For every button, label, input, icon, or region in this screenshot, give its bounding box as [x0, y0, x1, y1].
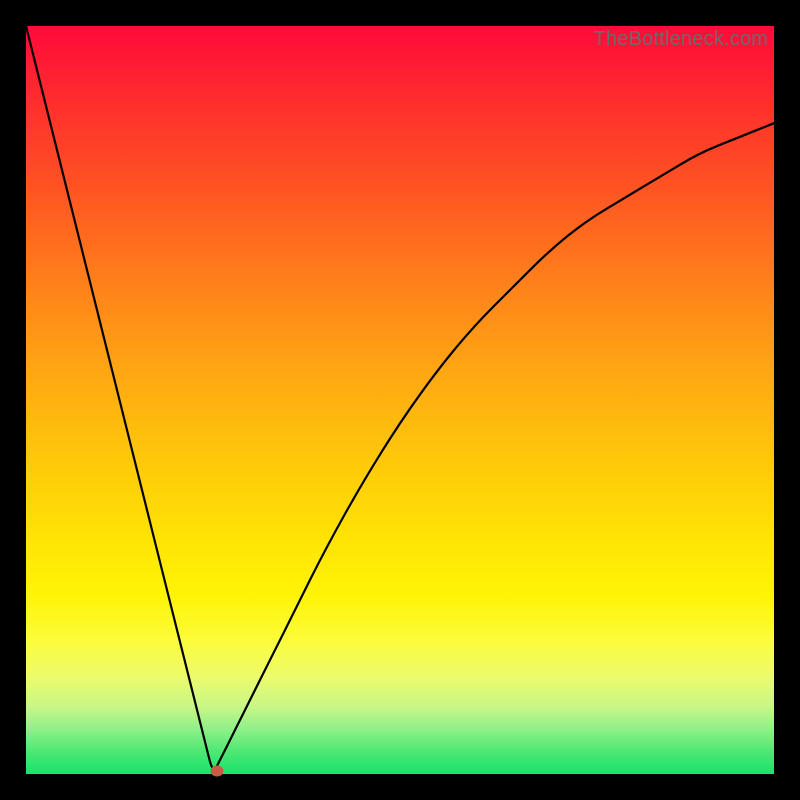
plot-area: TheBottleneck.com	[26, 26, 774, 774]
bottleneck-curve	[26, 26, 774, 774]
minimum-marker	[210, 766, 223, 777]
curve-path	[26, 26, 774, 769]
chart-frame: TheBottleneck.com	[0, 0, 800, 800]
